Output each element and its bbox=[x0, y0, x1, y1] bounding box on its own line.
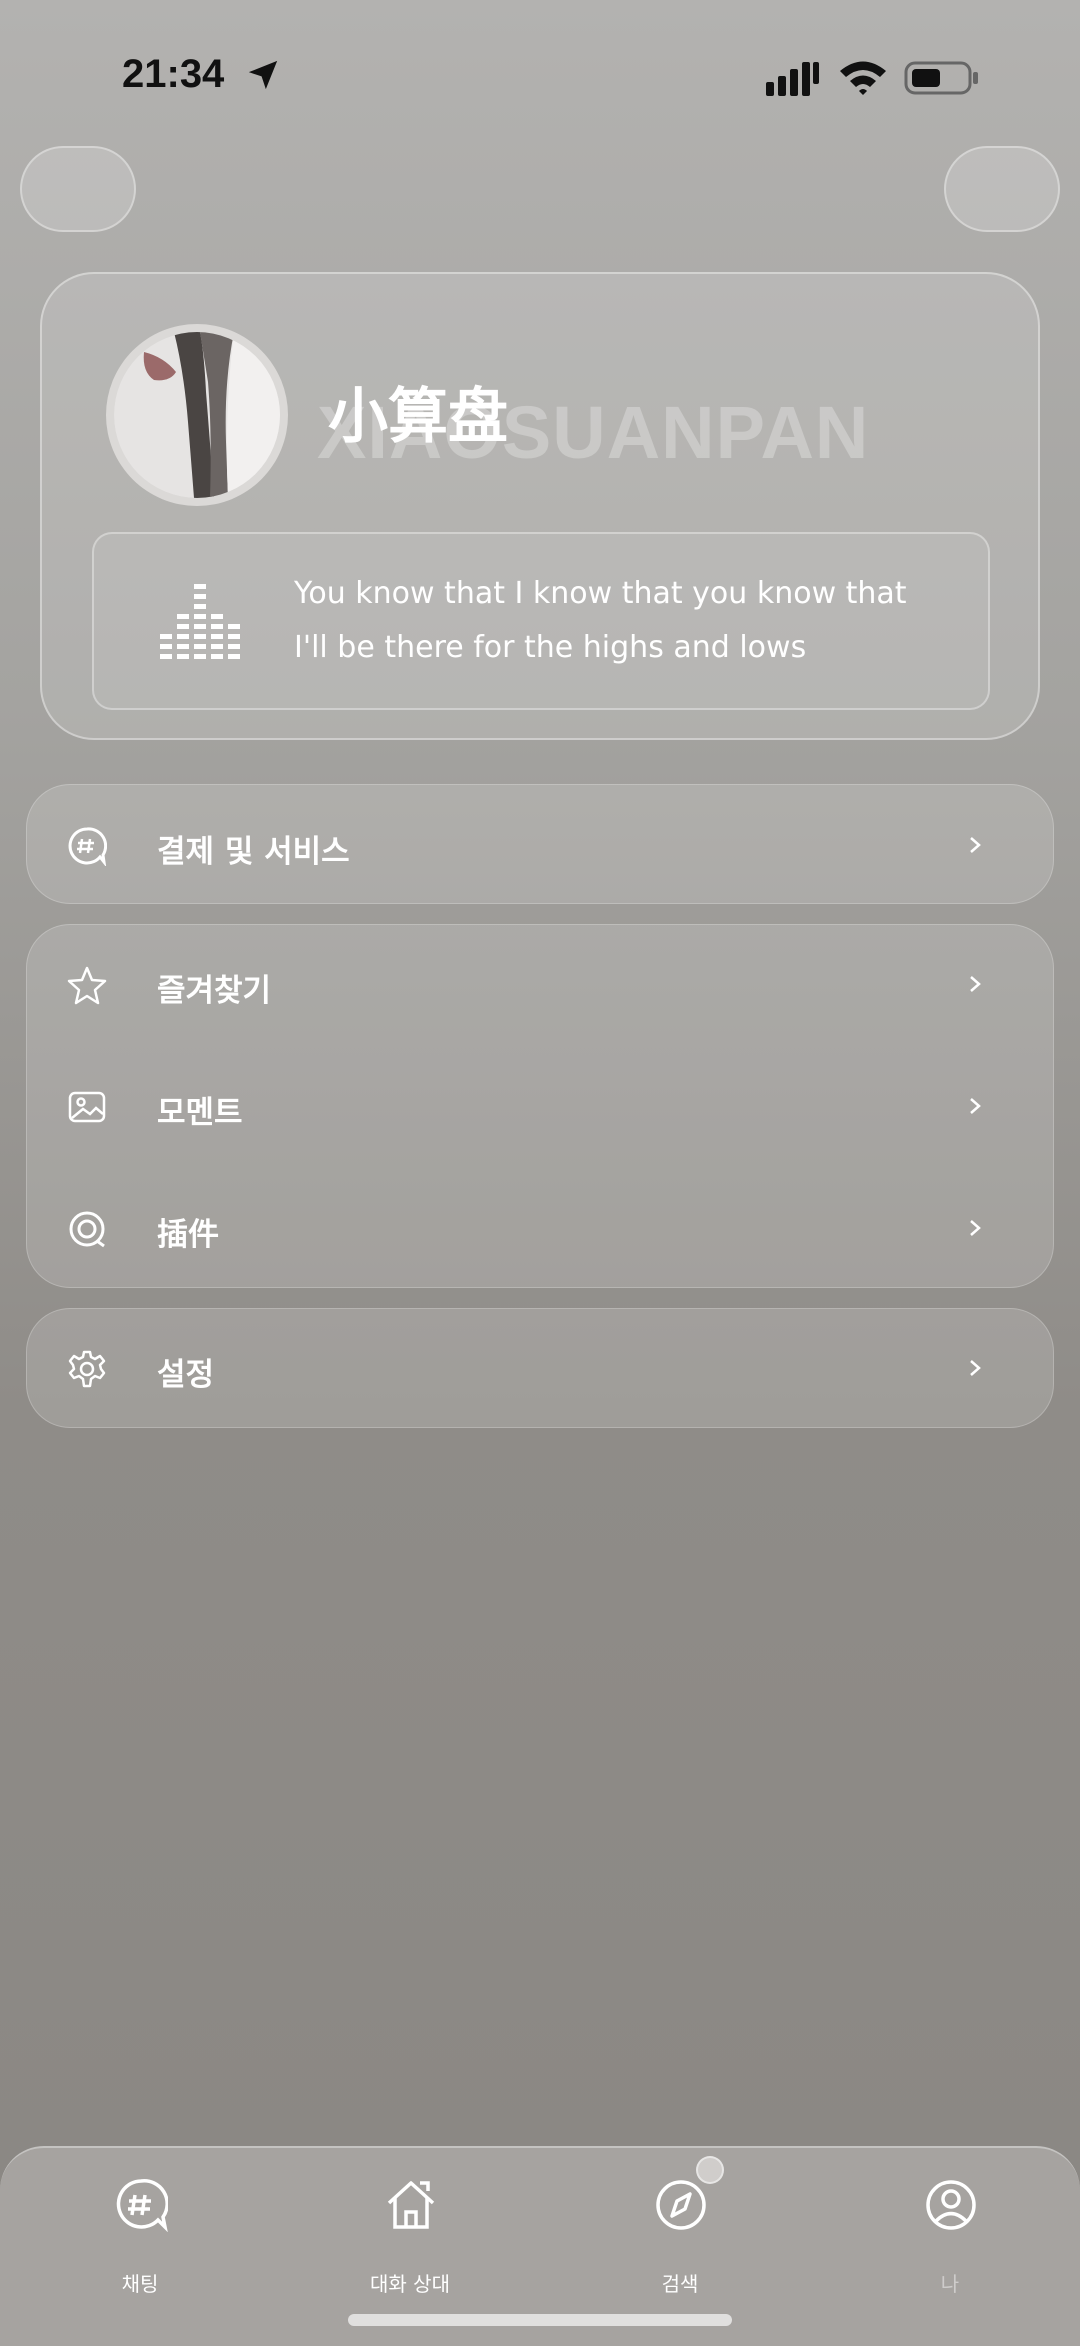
image-icon bbox=[68, 1091, 106, 1123]
menu-label: 결제 및 서비스 bbox=[157, 834, 350, 870]
location-arrow-icon bbox=[248, 60, 278, 90]
top-left-pill-button[interactable] bbox=[20, 146, 136, 232]
cellular-signal-icon bbox=[766, 62, 819, 96]
chevron-right-icon bbox=[970, 1360, 981, 1376]
chat-hash-icon bbox=[116, 2179, 168, 2232]
avatar[interactable] bbox=[106, 324, 288, 506]
star-icon bbox=[67, 966, 107, 1005]
chevron-right-icon bbox=[970, 1098, 981, 1114]
chat-hash-icon bbox=[68, 827, 107, 866]
menu-item-settings[interactable]: 설정 bbox=[27, 1313, 1053, 1423]
menu-group-content: 즐겨찾기 모멘트 插件 bbox=[26, 924, 1054, 1288]
home-icon bbox=[387, 2181, 435, 2229]
user-icon bbox=[926, 2180, 976, 2230]
menu-label: 모멘트 bbox=[157, 1095, 243, 1131]
avatar-image bbox=[114, 332, 280, 498]
menu-group-payment: 결제 및 서비스 bbox=[26, 784, 1054, 904]
menu-group-settings: 설정 bbox=[26, 1308, 1054, 1428]
menu-label: 설정 bbox=[157, 1357, 215, 1393]
now-playing-box[interactable]: You know that I know that you know that … bbox=[92, 532, 990, 710]
tab-label: 채팅 bbox=[121, 2272, 159, 2296]
chevron-right-icon bbox=[970, 837, 981, 853]
lyric-line: I'll be there for the highs and lows bbox=[294, 630, 807, 665]
tab-chats[interactable]: 채팅 bbox=[40, 2168, 240, 2296]
menu-item-favorites[interactable]: 즐겨찾기 bbox=[27, 929, 1053, 1039]
status-bar: 21:34 bbox=[0, 0, 1080, 150]
top-right-pill-button[interactable] bbox=[944, 146, 1060, 232]
tab-me[interactable]: 나 bbox=[850, 2168, 1050, 2296]
home-indicator[interactable] bbox=[348, 2314, 732, 2326]
tab-label: 대화 상대 bbox=[370, 2272, 450, 2296]
wifi-icon bbox=[840, 61, 886, 95]
compass-icon bbox=[656, 2180, 706, 2230]
lyric-line: You know that I know that you know that bbox=[294, 576, 907, 611]
gear-icon bbox=[68, 1350, 106, 1388]
battery-icon bbox=[904, 61, 978, 95]
tab-label: 나 bbox=[940, 2272, 960, 2296]
chevron-right-icon bbox=[970, 1220, 981, 1236]
menu-label: 插件 bbox=[157, 1217, 219, 1253]
plugin-ring-icon bbox=[69, 1211, 105, 1248]
tab-label: 검색 bbox=[661, 2272, 699, 2296]
equalizer-icon bbox=[160, 584, 240, 659]
profile-name: 小算盘 bbox=[328, 382, 508, 452]
chevron-right-icon bbox=[970, 976, 981, 992]
menu-item-plugins[interactable]: 插件 bbox=[27, 1173, 1053, 1283]
tab-contacts[interactable]: 대화 상대 bbox=[310, 2168, 510, 2296]
profile-card[interactable]: XIAOSUANPAN 小算盘 You know that I know tha… bbox=[40, 272, 1040, 740]
menu-item-payment-services[interactable]: 결제 및 서비스 bbox=[27, 790, 1053, 900]
menu-item-moments[interactable]: 모멘트 bbox=[27, 1051, 1053, 1161]
tab-discover[interactable]: 검색 bbox=[580, 2168, 780, 2296]
menu-label: 즐겨찾기 bbox=[157, 973, 272, 1009]
status-time: 21:34 bbox=[122, 52, 225, 96]
notification-dot bbox=[696, 2156, 724, 2184]
